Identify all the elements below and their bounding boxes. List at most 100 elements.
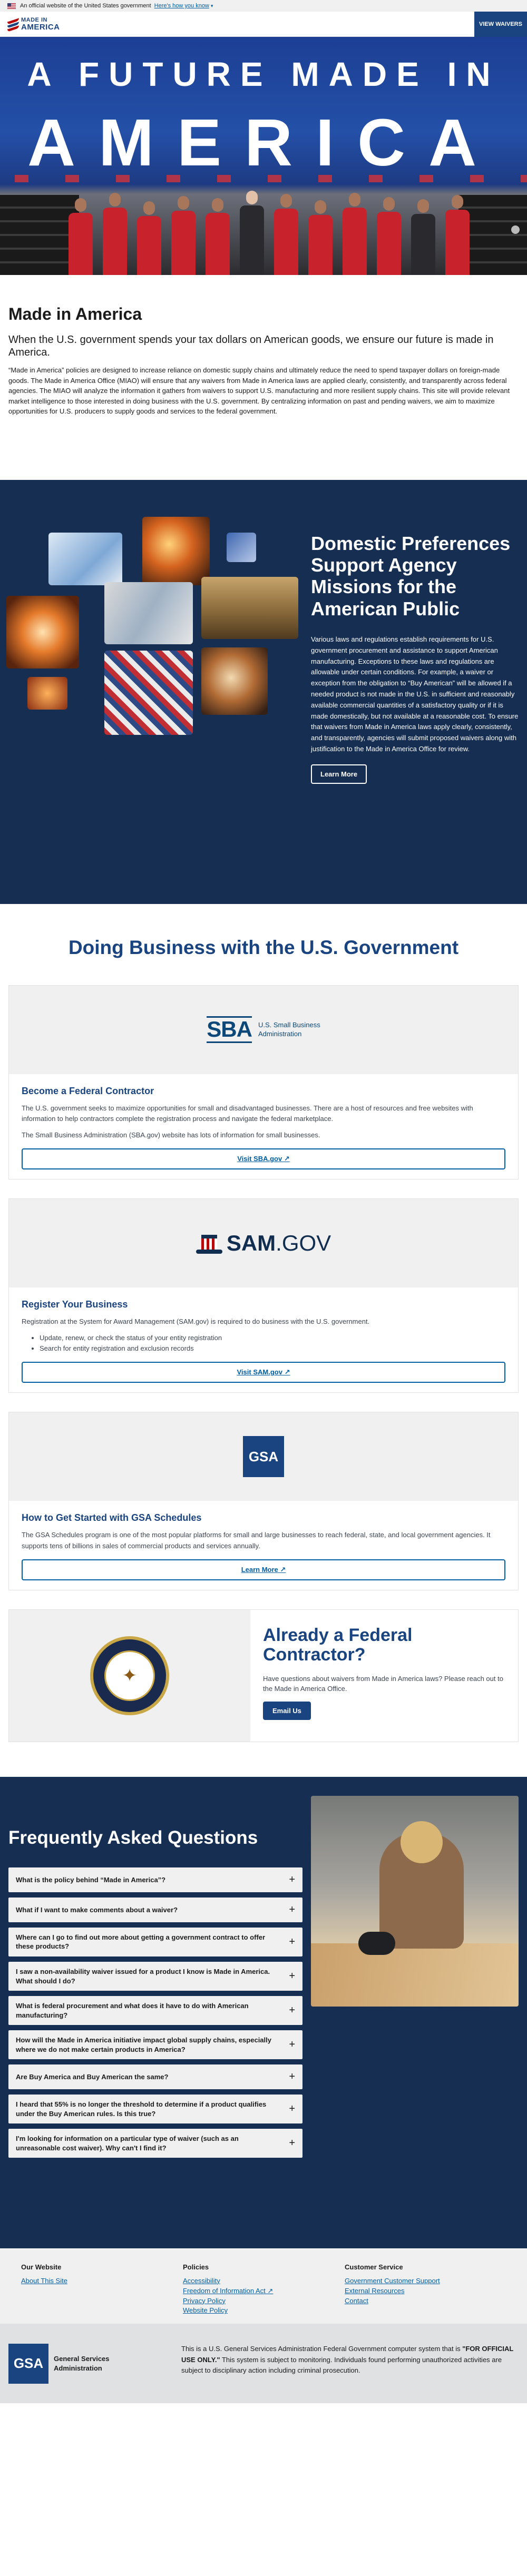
plus-icon: + — [289, 1903, 295, 1915]
faq-item[interactable]: Are Buy America and Buy American the sam… — [8, 2064, 302, 2090]
hero-line1: A FUTURE MADE IN — [27, 55, 500, 93]
faq-title: Frequently Asked Questions — [8, 1827, 258, 1848]
intro-section: Made in America When the U.S. government… — [0, 275, 527, 448]
foia-link[interactable]: Freedom of Information Act ↗ — [183, 2286, 273, 2296]
official-use-notice: This is a U.S. General Services Administ… — [181, 2344, 514, 2375]
faq-section: Frequently Asked Questions What is the p… — [0, 1776, 527, 2248]
plus-icon: + — [289, 1873, 295, 1885]
domestic-body: Various laws and regulations establish r… — [311, 635, 519, 753]
visit-sba-button[interactable]: Visit SBA.gov ↗ — [22, 1148, 505, 1169]
business-section-title: Doing Business with the U.S. Government — [68, 936, 459, 958]
plus-icon: + — [289, 2137, 295, 2149]
chevron-down-icon[interactable]: ▾ — [211, 3, 213, 9]
plus-icon: + — [289, 1935, 295, 1948]
plus-icon: + — [289, 2071, 295, 2083]
sba-card: SBA U.S. Small Business Administration B… — [8, 985, 519, 1179]
faq-item[interactable]: I saw a non-availability waiver issued f… — [8, 1961, 302, 1991]
external-link-icon: ↗ — [267, 2286, 274, 2295]
gsa-footer-logo[interactable]: GSA General Services Administration — [8, 2343, 110, 2384]
hero-line2: AMERICA — [27, 105, 500, 180]
plus-icon: + — [289, 1970, 295, 1982]
gov-banner: An official website of the United States… — [0, 0, 527, 12]
flag-stripes-icon — [7, 17, 19, 32]
card-text: The U.S. government seeks to maximize op… — [22, 1104, 473, 1123]
collage-image — [6, 595, 79, 668]
uncle-sam-hat-icon — [196, 1233, 222, 1254]
contractor-text: Have questions about waivers from Made i… — [263, 1674, 503, 1693]
gsa-card: GSA How to Get Started with GSA Schedule… — [8, 1412, 519, 1590]
card-bullet-list: Update, renew, or check the status of yo… — [40, 1333, 505, 1355]
learn-more-button[interactable]: Learn More — [311, 764, 367, 784]
footer-col-our-website: Our Website About This Site — [21, 2263, 67, 2286]
faq-accordion: What is the policy behind “Made in Ameri… — [8, 1867, 302, 2164]
page-title: Made in America — [8, 304, 142, 323]
view-waivers-button[interactable]: VIEW WAIVERS — [474, 11, 527, 37]
made-in-america-logo[interactable]: MADE IN AMERICA — [7, 16, 60, 32]
external-link-icon: ↗ — [284, 1368, 290, 1377]
faq-item[interactable]: How will the Made in America initiative … — [8, 2030, 302, 2060]
site-header: MADE IN AMERICA VIEW WAIVERS — [0, 11, 527, 37]
card-title: Become a Federal Contractor — [22, 1085, 154, 1096]
domestic-preferences-section: Domestic Preferences Support Agency Miss… — [0, 479, 527, 904]
list-item: Search for entity registration and exclu… — [40, 1343, 505, 1354]
visit-sam-button[interactable]: Visit SAM.gov ↗ — [22, 1362, 505, 1383]
intro-body: “Made in America” policies are designed … — [8, 366, 510, 415]
card-text: Registration at the System for Award Man… — [22, 1317, 370, 1325]
faq-item[interactable]: What if I want to make comments about a … — [8, 1897, 302, 1922]
faq-item[interactable]: What is federal procurement and what doe… — [8, 1996, 302, 2026]
about-this-site-link[interactable]: About This Site — [21, 2276, 67, 2286]
external-link-icon: ↗ — [284, 1154, 290, 1163]
gsa-learn-more-button[interactable]: Learn More ↗ — [22, 1559, 505, 1580]
presidential-seal-icon: ✦ — [90, 1636, 169, 1715]
gsa-logo: GSA — [243, 1436, 284, 1478]
accessibility-link[interactable]: Accessibility — [183, 2276, 273, 2286]
footer-identifier: GSA General Services Administration This… — [0, 2323, 527, 2403]
us-flag-icon — [7, 3, 16, 9]
manufacturing-collage — [6, 516, 301, 738]
contact-link[interactable]: Contact — [345, 2296, 440, 2306]
card-title: Register Your Business — [22, 1299, 128, 1310]
heres-how-you-know-link[interactable]: Here's how you know — [154, 3, 209, 9]
hero-banner: A FUTURE MADE IN AMERICA — [0, 37, 527, 275]
card-text: The GSA Schedules program is one of the … — [22, 1531, 491, 1550]
intro-lead: When the U.S. government spends your tax… — [8, 334, 494, 358]
email-us-button[interactable]: Email Us — [263, 1701, 311, 1720]
collage-image — [27, 676, 67, 710]
gsa-logo: GSA — [8, 2343, 48, 2384]
hero-flag-bunting — [0, 175, 527, 182]
logo-line1: MADE IN — [21, 16, 47, 23]
website-policy-link[interactable]: Website Policy — [183, 2306, 273, 2316]
carousel-next-button[interactable] — [511, 225, 520, 234]
footer-col-customer-service: Customer Service Government Customer Sup… — [345, 2263, 440, 2306]
hero-group-photo — [63, 185, 474, 275]
faq-item[interactable]: Where can I go to find out more about ge… — [8, 1927, 302, 1956]
faq-item[interactable]: I'm looking for information on a particu… — [8, 2129, 302, 2158]
footer-nav: Our Website About This Site Policies Acc… — [0, 2248, 527, 2324]
collage-image — [104, 650, 193, 735]
logo-line2: AMERICA — [21, 22, 60, 32]
collage-image — [201, 576, 298, 639]
collage-image — [142, 516, 210, 585]
card-text: The Small Business Administration (SBA.g… — [22, 1131, 320, 1139]
external-resources-link[interactable]: External Resources — [345, 2286, 440, 2296]
faq-item[interactable]: What is the policy behind “Made in Ameri… — [8, 1867, 302, 1892]
collage-image — [227, 532, 256, 562]
woodworker-photo — [311, 1795, 519, 2007]
domestic-title: Domestic Preferences Support Agency Miss… — [311, 532, 511, 620]
sba-logo: SBA U.S. Small Business Administration — [207, 1016, 320, 1043]
collage-image — [201, 647, 268, 715]
contractor-card: ✦ Already a Federal Contractor? Have que… — [8, 1609, 519, 1742]
card-title: How to Get Started with GSA Schedules — [22, 1512, 202, 1523]
gov-banner-text: An official website of the United States… — [20, 3, 151, 9]
government-customer-support-link[interactable]: Government Customer Support — [345, 2276, 440, 2286]
collage-image — [104, 582, 193, 644]
privacy-policy-link[interactable]: Privacy Policy — [183, 2296, 273, 2306]
plus-icon: + — [289, 2039, 295, 2051]
contractor-title: Already a Federal Contractor? — [263, 1625, 413, 1665]
faq-item[interactable]: I heard that 55% is no longer the thresh… — [8, 2095, 302, 2124]
plus-icon: + — [289, 2103, 295, 2115]
list-item: Update, renew, or check the status of yo… — [40, 1333, 505, 1344]
sam-card: SAM.GOV Register Your Business Registrat… — [8, 1198, 519, 1393]
external-link-icon: ↗ — [280, 1565, 286, 1574]
footer-col-policies: Policies Accessibility Freedom of Inform… — [183, 2263, 273, 2316]
